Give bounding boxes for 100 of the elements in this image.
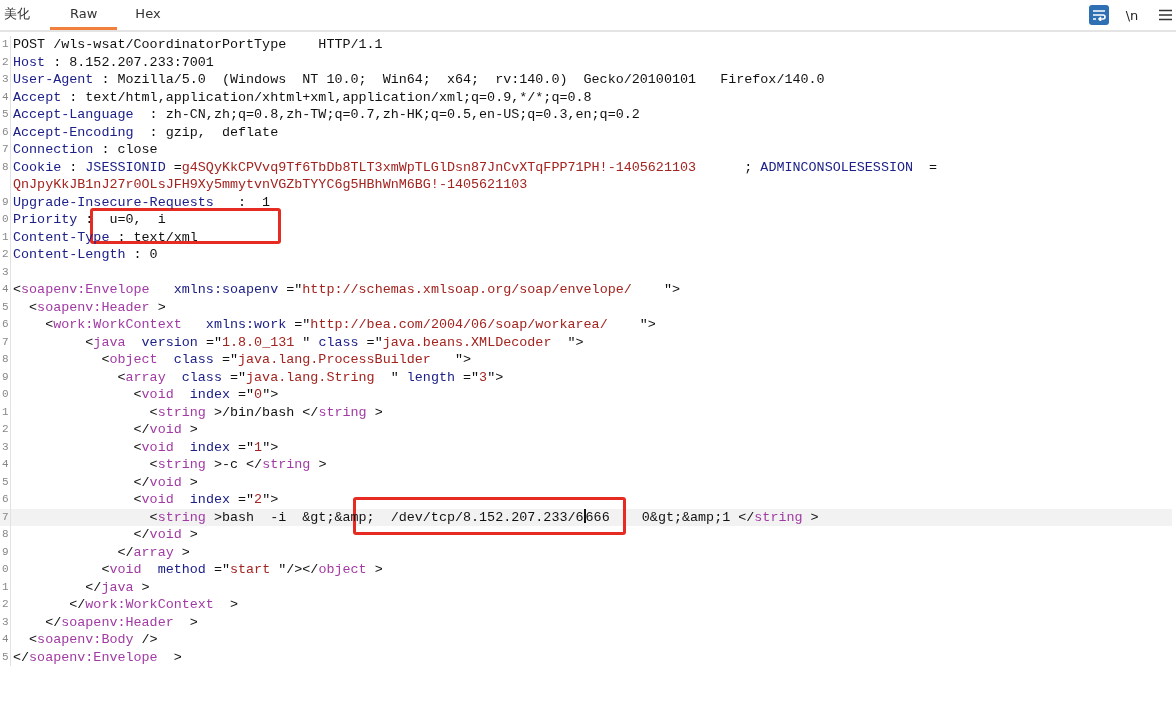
field-value: start [230, 562, 271, 577]
tag-name: void [141, 387, 174, 402]
code-text: =" [237, 439, 255, 455]
field-value: http://bea.com/2004/06/soap/workarea/ [310, 317, 608, 332]
text-caret [583, 508, 586, 523]
code-text: : u=0, i [84, 212, 166, 227]
code-text: =" [237, 492, 255, 507]
code-text: =" [462, 369, 480, 385]
tag-name: void [149, 422, 182, 437]
line-number: 3 [2, 264, 10, 280]
show-newlines-button[interactable]: \n [1123, 5, 1141, 25]
line-number: 2 [2, 54, 10, 70]
line-number: 9 [2, 194, 10, 210]
field-name: index [188, 492, 230, 507]
code-text: < [132, 439, 142, 455]
field-name: Accept-Encoding [13, 124, 134, 140]
tag-name: void [109, 562, 142, 577]
code-text: < [28, 299, 38, 315]
field-value: 1 [254, 439, 263, 455]
line-number: 3 [2, 614, 10, 630]
tag-name: soapenv:Envelope [29, 649, 158, 665]
code-text: =" [365, 334, 383, 350]
line-number: 6 [2, 492, 10, 507]
code-text: " [389, 369, 400, 385]
code-text: < [148, 509, 158, 525]
code-text: < [132, 387, 142, 402]
field-name: Content-Length [13, 247, 126, 262]
tab[interactable]: Hex [117, 0, 179, 30]
code-text: </ [84, 579, 102, 595]
line-number: 4 [2, 632, 10, 647]
code-text: : 8.152.207.233:7001 [52, 54, 214, 70]
field-name: Connection [13, 142, 94, 157]
field-name: xmlns:work [204, 317, 287, 332]
field-value: java.beans.XMLDecoder [382, 334, 552, 350]
code-text: > [156, 299, 166, 315]
tag-name: string [157, 457, 206, 472]
code-text: </ [44, 614, 62, 630]
code-text: 666 0&gt;&amp;1 </ [585, 509, 755, 525]
code-text: =" [293, 317, 311, 332]
tag-name: string [262, 457, 311, 472]
code-text: > [228, 597, 238, 612]
field-name: Accept-Language [13, 107, 134, 122]
line-number: 1 [2, 229, 10, 245]
line-number: 5 [2, 474, 10, 490]
line-number: 7 [2, 334, 10, 350]
code-text: : gzip, deflate [148, 124, 279, 140]
field-name: length [406, 369, 455, 385]
tag-name: array [125, 369, 166, 385]
code-text: < [84, 334, 94, 350]
tag-name: soapenv:Body [37, 632, 134, 647]
menu-icon[interactable] [1159, 9, 1172, 21]
tag-name: soapenv:Envelope [21, 282, 150, 297]
tag-name: void [141, 439, 174, 455]
code-text: > [140, 579, 150, 595]
field-value: QnJpyKkJB1nJ27r0OLsJFH9Xy5mmytvnVGZbTYYC6g5HBhWnM6BG!-1405621103 [13, 177, 528, 192]
code-text: : close [100, 142, 158, 157]
code-text: POST /wls-wsat/CoordinatorPortType HTTP/1.1 [13, 37, 383, 52]
code-text: </ [13, 649, 30, 665]
line-number: 5 [2, 299, 10, 315]
code-text: < [148, 457, 158, 472]
code-text: : 0 [132, 247, 158, 262]
field-name: xmlns:soapenv [172, 282, 279, 297]
field-value: g4SQyKkCPVvq9Tf6TbDb8TLT3xmWpTLGlDsn87JnCvXTqFPP71PH!-1405621103 [181, 159, 697, 175]
code-text: > [172, 649, 182, 665]
line-number: 7 [2, 509, 10, 525]
wrap-lines-button[interactable] [1089, 5, 1109, 25]
code-text: ; [743, 159, 754, 175]
code-text: < [44, 317, 54, 332]
code-text: > [188, 422, 198, 437]
code-text: > [180, 544, 190, 560]
line-number: 8 [2, 159, 10, 175]
line-number: 8 [2, 352, 10, 367]
tab[interactable]: 美化 [0, 0, 50, 30]
line-number: 9 [2, 544, 10, 560]
code-text: "> [262, 387, 279, 402]
code-text: </ [132, 474, 150, 490]
tag-name: void [149, 527, 182, 542]
code-text: < [28, 632, 38, 647]
field-name: class [172, 352, 214, 367]
code-text: > [188, 474, 198, 490]
code-text: = [928, 159, 938, 175]
code-text: < [116, 369, 126, 385]
line-number: 5 [2, 649, 10, 665]
code-text: </ [116, 544, 134, 560]
tag-name: string [157, 509, 206, 525]
tab[interactable]: Raw [50, 0, 118, 30]
field-name: Host [13, 54, 46, 70]
code-text: </ [132, 422, 150, 437]
tag-name: work:WorkContext [85, 597, 214, 612]
wrap-lines-icon [1092, 9, 1106, 21]
field-name: JSESSIONID [85, 159, 166, 175]
line-number: 6 [2, 124, 10, 140]
line-number: 0 [2, 212, 10, 227]
line-number: 1 [2, 404, 10, 420]
code-text: < [148, 404, 158, 420]
code-text: </ [132, 527, 150, 542]
code-text: > [188, 614, 198, 630]
line-number: 3 [2, 72, 10, 87]
code-text: "/></ [277, 562, 319, 577]
field-name: method [156, 562, 206, 577]
